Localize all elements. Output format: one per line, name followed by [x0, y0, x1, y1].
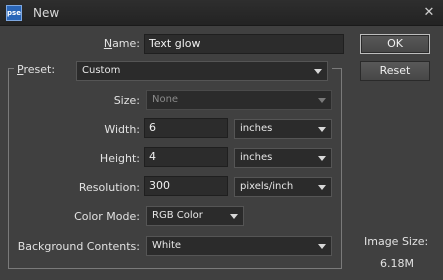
chevron-down-icon: [318, 185, 326, 190]
window-title: New: [33, 6, 60, 20]
reset-button[interactable]: Reset: [360, 61, 430, 81]
height-input[interactable]: 4: [144, 147, 228, 167]
preset-group-frame-edge: [332, 68, 342, 69]
height-unit-value: inches: [240, 152, 273, 163]
preset-value: Custom: [82, 65, 121, 76]
chevron-down-icon: [318, 98, 326, 103]
background-contents-value: White: [152, 240, 182, 251]
new-document-dialog: pse New ✕ Name: Text glow OK Reset Prese…: [0, 0, 443, 280]
size-label: Size:: [113, 94, 140, 107]
background-contents-label: Background Contents:: [17, 240, 140, 253]
size-value: None: [152, 94, 179, 105]
color-mode-label: Color Mode:: [74, 210, 140, 223]
width-unit-value: inches: [240, 123, 273, 134]
chevron-down-icon: [318, 244, 326, 249]
width-input[interactable]: 6: [144, 118, 228, 138]
height-label: Height:: [99, 152, 140, 165]
title-bar: pse New ✕: [0, 0, 443, 26]
image-size-label: Image Size:: [364, 235, 429, 248]
resolution-unit-value: pixels/inch: [240, 181, 294, 192]
chevron-down-icon: [318, 127, 326, 132]
chevron-down-icon: [314, 69, 322, 74]
image-size-value: 6.18M: [380, 257, 414, 270]
resolution-input[interactable]: 300: [144, 176, 228, 196]
chevron-down-icon: [318, 156, 326, 161]
resolution-unit-dropdown[interactable]: pixels/inch: [234, 177, 332, 197]
preset-label: Preset:: [14, 63, 59, 76]
height-unit-dropdown[interactable]: inches: [234, 148, 332, 168]
name-input[interactable]: Text glow: [144, 34, 344, 54]
app-icon: pse: [6, 5, 22, 21]
size-dropdown[interactable]: None: [146, 90, 332, 110]
preset-dropdown[interactable]: Custom: [76, 61, 328, 81]
ok-button[interactable]: OK: [360, 34, 430, 54]
resolution-label: Resolution:: [78, 181, 140, 194]
chevron-down-icon: [230, 214, 238, 219]
name-label: Name:: [103, 37, 140, 50]
color-mode-value: RGB Color: [152, 210, 203, 221]
width-unit-dropdown[interactable]: inches: [234, 119, 332, 139]
background-contents-dropdown[interactable]: White: [146, 236, 332, 256]
color-mode-dropdown[interactable]: RGB Color: [146, 206, 244, 226]
close-icon[interactable]: ✕: [421, 5, 437, 21]
width-label: Width:: [104, 123, 140, 136]
